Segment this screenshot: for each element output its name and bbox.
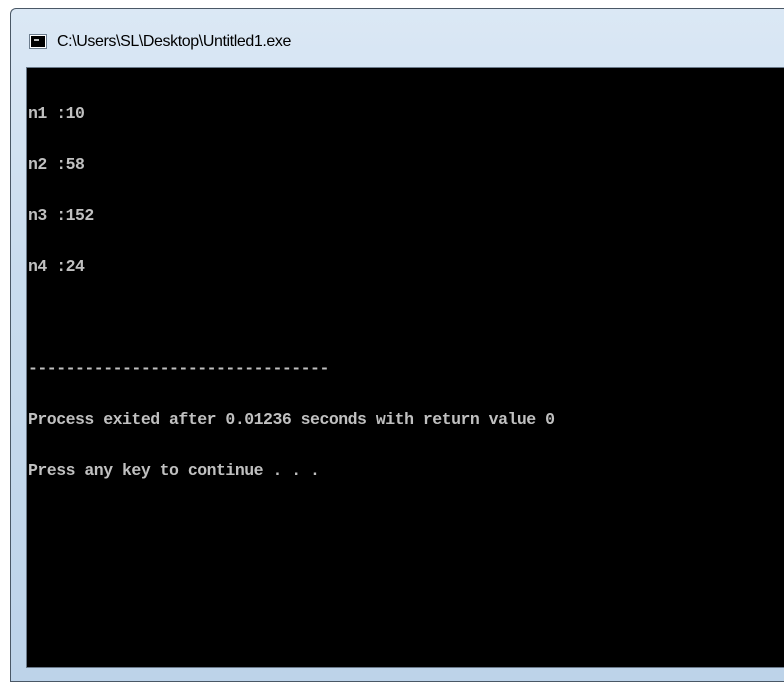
console-window-icon[interactable]	[29, 34, 47, 49]
console-text: n1 :10 n2 :58 n3 :152 n4 :24 -----------…	[28, 71, 555, 513]
console-separator-line: --------------------------------	[28, 359, 329, 378]
console-press-key-line: Press any key to continue . . .	[28, 461, 320, 480]
window-title: C:\Users\SL\Desktop\Untitled1.exe	[57, 33, 292, 50]
console-line-n1: n1 :10	[28, 104, 85, 123]
window-bottom-border	[11, 668, 784, 681]
console-line-blank	[28, 309, 555, 326]
console-process-exit-line: Process exited after 0.01236 seconds wit…	[28, 410, 555, 429]
console-output-area[interactable]: n1 :10 n2 :58 n3 :152 n4 :24 -----------…	[26, 67, 784, 668]
console-window: C:\Users\SL\Desktop\Untitled1.exe n1 :10…	[10, 8, 784, 682]
title-bar[interactable]: C:\Users\SL\Desktop\Untitled1.exe	[11, 9, 784, 67]
console-line-n3: n3 :152	[28, 206, 94, 225]
console-line-n4: n4 :24	[28, 257, 85, 276]
console-line-n2: n2 :58	[28, 155, 85, 174]
